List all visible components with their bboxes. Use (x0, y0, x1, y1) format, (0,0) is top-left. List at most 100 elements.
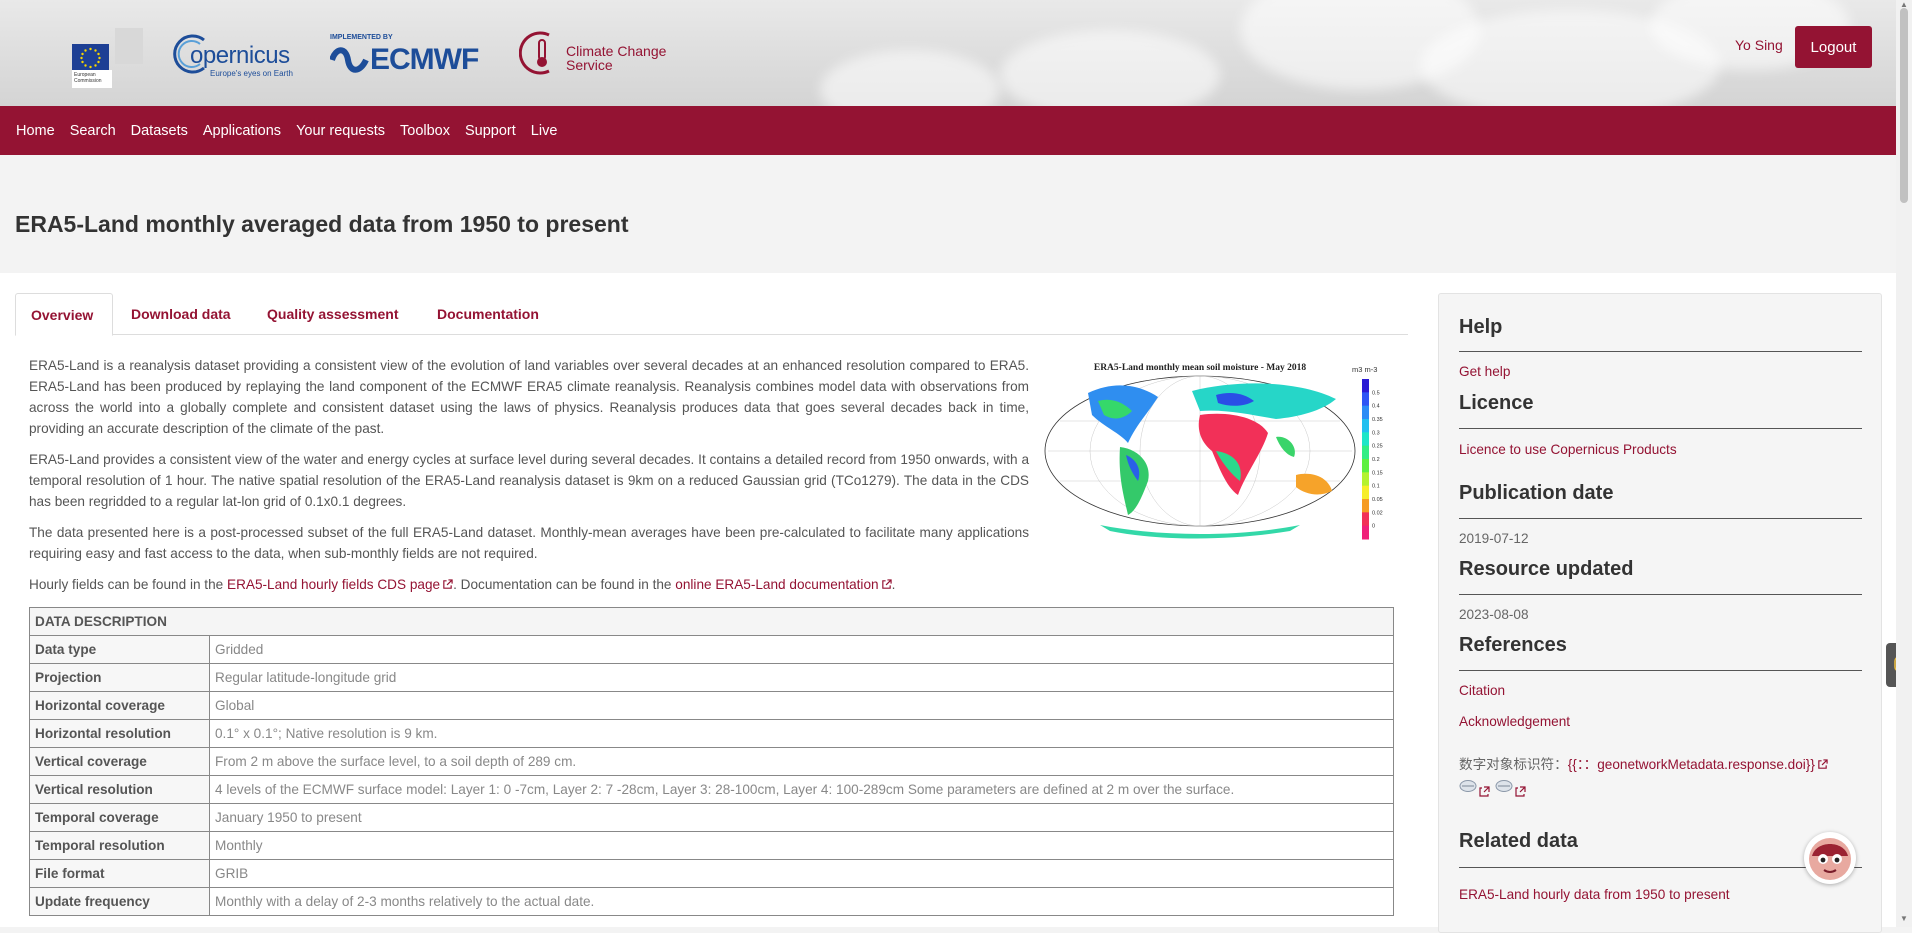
nav-your-requests[interactable]: Your requests (296, 123, 385, 139)
color-scale-tick-label: 0.35 (1372, 417, 1383, 423)
color-scale-tick-label: 0.05 (1372, 497, 1383, 503)
color-scale-segment (1362, 512, 1369, 527)
data-description-heading: DATA DESCRIPTION (29, 607, 1394, 636)
scroll-down-arrow-icon[interactable]: ▼ (1900, 914, 1908, 923)
overview-p4-middle: . Documentation can be found in the (453, 577, 676, 592)
ecmwf-implemented-by: IMPLEMENTED BY (330, 34, 393, 41)
color-scale-segment (1362, 525, 1369, 540)
ecmwf-logo[interactable]: IMPLEMENTED BY ECMWF (330, 34, 500, 80)
tab-overview[interactable]: Overview (15, 293, 113, 336)
color-scale-segment (1362, 379, 1369, 393)
divider (1459, 867, 1862, 868)
divider (1459, 428, 1862, 429)
row-key: File format (29, 859, 210, 888)
user-profile-link[interactable]: Yo Sing (1735, 37, 1783, 53)
divider (1459, 670, 1862, 671)
row-value: Monthly with a delay of 2-3 months relat… (209, 887, 1394, 916)
publication-date-value: 2019-07-12 (1459, 531, 1529, 546)
divider (1459, 518, 1862, 519)
overview-p4-end: . (891, 577, 896, 592)
copernicus-tagline: Europe's eyes on Earth (210, 69, 293, 78)
publication-date-heading: Publication date (1459, 482, 1614, 504)
table-row: Update frequency Monthly with a delay of … (29, 887, 1394, 916)
row-key: Temporal resolution (29, 831, 210, 860)
nav-home[interactable]: Home (16, 123, 55, 139)
row-key: Projection (29, 663, 210, 692)
color-scale-segment (1362, 419, 1369, 433)
color-scale-segment (1362, 445, 1369, 460)
nav-datasets[interactable]: Datasets (131, 123, 188, 139)
related-data-heading: Related data (1459, 830, 1578, 852)
resource-updated-heading: Resource updated (1459, 558, 1634, 580)
documentation-link[interactable]: online ERA5-Land documentation (675, 577, 878, 592)
nav-support[interactable]: Support (465, 123, 516, 139)
map-unit-label: m3 m-3 (1352, 365, 1377, 374)
color-scale-segment (1362, 485, 1369, 500)
color-scale-tick-label: 0.2 (1372, 457, 1380, 463)
header-banner: European Commission opernicus Europe's e… (0, 0, 1896, 106)
row-key: Data type (29, 635, 210, 664)
color-scale-tick-label: 0.4 (1372, 404, 1380, 410)
doi-link[interactable]: {{：：geonetworkMetadata.response.doi}} (1568, 757, 1815, 772)
tab-quality-assessment[interactable]: Quality assessment (252, 293, 414, 336)
soil-moisture-map-figure: ERA5-Land monthly mean soil moisture - M… (1040, 355, 1395, 545)
row-value: 0.1° x 0.1°; Native resolution is 9 km. (209, 719, 1394, 748)
get-help-link[interactable]: Get help (1459, 364, 1510, 379)
eu-logo-line2: Commission (74, 78, 102, 84)
external-link-icon (443, 579, 453, 589)
logout-button[interactable]: Logout (1795, 26, 1872, 68)
color-scale-tick-label: 0 (1372, 524, 1375, 530)
row-value: Global (209, 691, 1394, 720)
nav-live[interactable]: Live (531, 123, 558, 139)
nav-toolbox[interactable]: Toolbox (400, 123, 450, 139)
data-description-table: DATA DESCRIPTION Data type Gridded Projec… (29, 607, 1394, 916)
help-heading: Help (1459, 316, 1503, 338)
licence-link[interactable]: Licence to use Copernicus Products (1459, 442, 1677, 457)
hourly-fields-link[interactable]: ERA5-Land hourly fields CDS page (227, 577, 440, 592)
row-key: Update frequency (29, 887, 210, 916)
color-scale-tick-label: 0.1 (1372, 484, 1380, 490)
divider (1459, 594, 1862, 595)
color-scale-tick-label: 0.5 (1372, 390, 1380, 396)
tab-documentation[interactable]: Documentation (422, 293, 554, 336)
table-row: Temporal coverage January 1950 to present (29, 803, 1394, 832)
thermometer-globe-icon (519, 31, 550, 75)
nav-search[interactable]: Search (70, 123, 116, 139)
row-key: Vertical resolution (29, 775, 210, 804)
european-commission-logo[interactable]: European Commission (55, 24, 145, 88)
row-key: Horizontal coverage (29, 691, 210, 720)
table-row: Data type Gridded (29, 635, 1394, 664)
c3s-line2: Service (566, 57, 613, 73)
scrollbar-thumb[interactable] (1900, 8, 1908, 203)
citation-link[interactable]: Citation (1459, 683, 1505, 698)
ecmwf-wave-icon (330, 47, 369, 73)
overview-paragraph-4: Hourly fields can be found in the ERA5-L… (29, 574, 1029, 595)
acknowledgement-link[interactable]: Acknowledgement (1459, 714, 1570, 729)
overview-text: ERA5-Land is a reanalysis dataset provid… (29, 355, 1029, 605)
nav-applications[interactable]: Applications (203, 123, 281, 139)
row-value: GRIB (209, 859, 1394, 888)
row-value: Regular latitude-longitude grid (209, 663, 1394, 692)
overview-paragraph-1: ERA5-Land is a reanalysis dataset provid… (29, 358, 1029, 436)
color-scale-tick-label: 0.02 (1372, 510, 1383, 516)
main-navigation: Home Search Datasets Applications Your r… (0, 106, 1896, 155)
page-scrollbar[interactable]: ▲ ▼ (1896, 0, 1912, 927)
table-row: Vertical coverage From 2 m above the surf… (29, 747, 1394, 776)
row-key: Temporal coverage (29, 803, 210, 832)
external-link-icon (881, 579, 892, 589)
copernicus-logo[interactable]: opernicus Europe's eyes on Earth (170, 28, 310, 80)
dataset-tabs: Overview Download data Quality assessmen… (15, 293, 1408, 336)
table-row: File format GRIB (29, 859, 1394, 888)
overview-p4-prefix: Hourly fields can be found in the (29, 577, 227, 592)
color-scale-tick-label: 0.25 (1372, 444, 1383, 450)
related-dataset-link[interactable]: ERA5-Land hourly data from 1950 to prese… (1459, 887, 1730, 902)
climate-change-service-logo[interactable]: Climate Change Service (519, 30, 679, 80)
color-scale-tick-label: 0.3 (1372, 430, 1380, 436)
color-scale-segment (1362, 432, 1369, 447)
tab-download-data[interactable]: Download data (116, 293, 246, 336)
assistant-mascot-button[interactable] (1804, 832, 1856, 884)
copernicus-wordmark: opernicus (190, 42, 290, 69)
color-scale-segment (1362, 405, 1369, 420)
color-scale-labels: 0.5 0.4 0.35 0.3 0.25 0.2 0.15 0.1 0.05 0.02 0 (1372, 390, 1383, 529)
external-link-icon (1818, 759, 1828, 769)
